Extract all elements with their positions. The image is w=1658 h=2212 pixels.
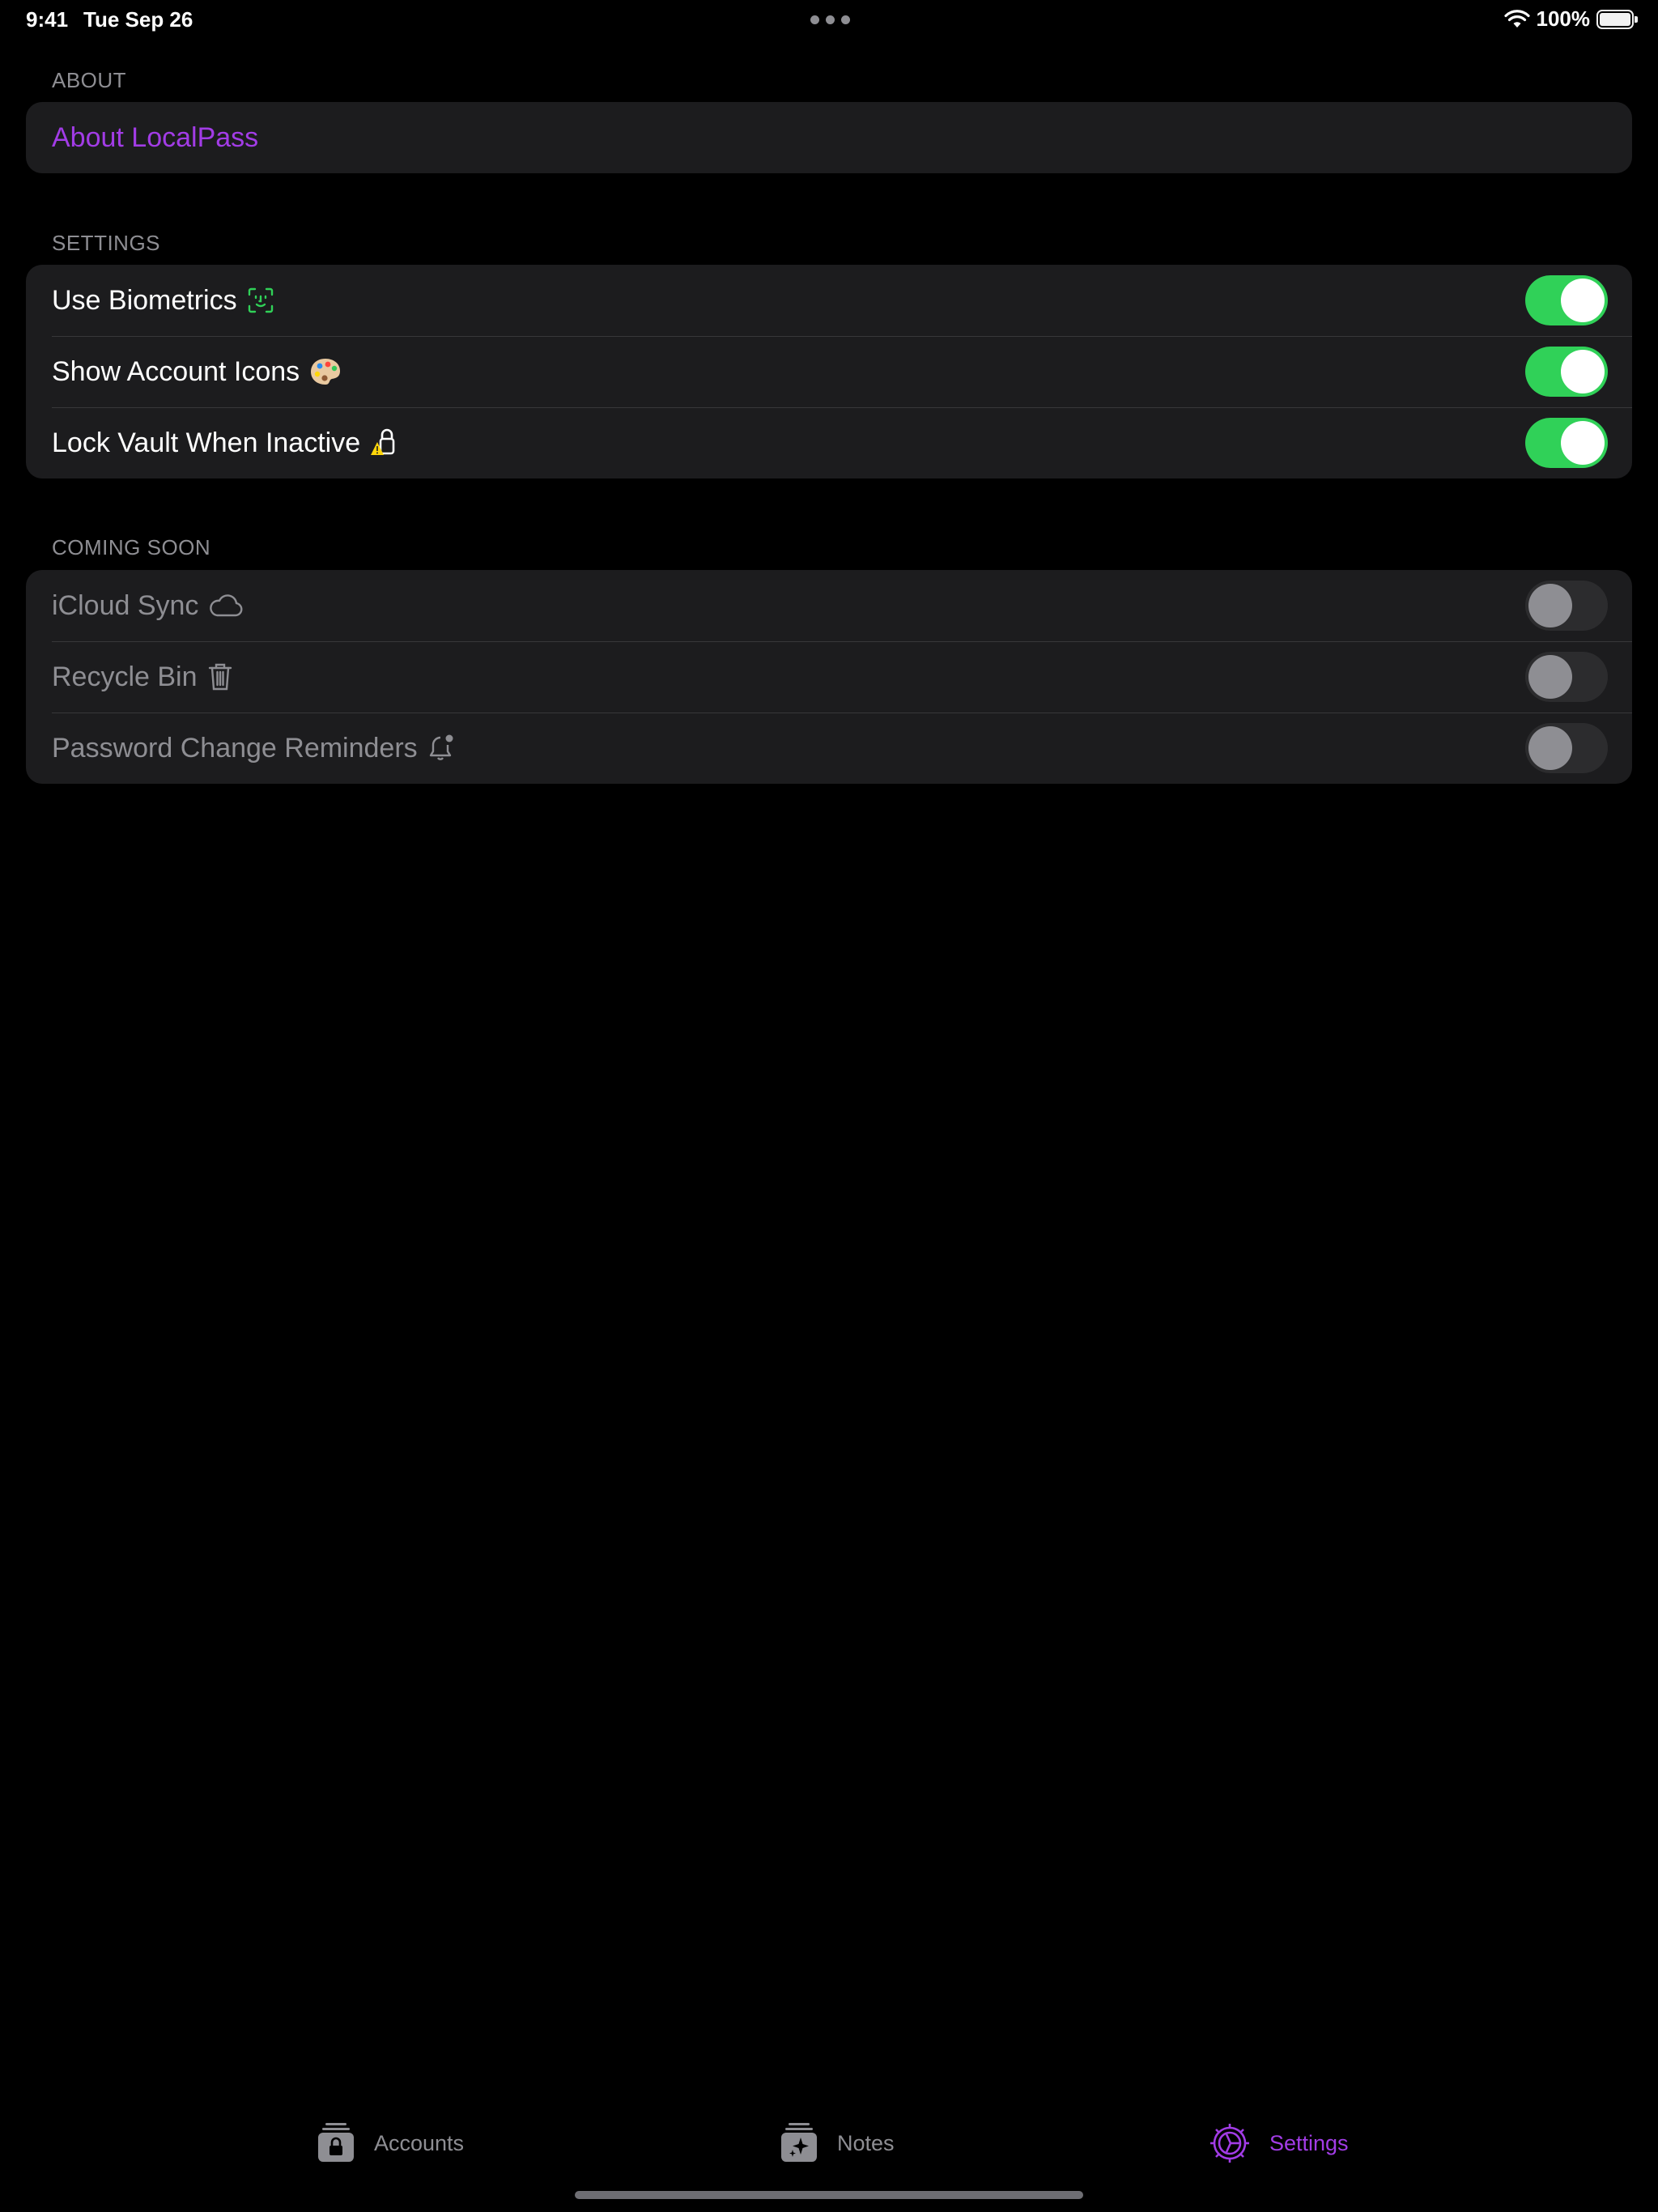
palette-emoji-icon xyxy=(309,357,342,386)
tab-bar: Accounts Notes Settings xyxy=(0,2113,1658,2186)
use-biometrics-toggle[interactable] xyxy=(1525,275,1608,325)
recycle-bin-toggle[interactable] xyxy=(1525,652,1608,702)
section-header-about: ABOUT xyxy=(52,68,127,92)
icloud-sync-toggle[interactable] xyxy=(1525,581,1608,631)
trash-icon xyxy=(207,661,233,692)
battery-icon xyxy=(1596,9,1638,29)
icloud-sync-row: iCloud Sync xyxy=(26,570,1632,641)
cloud-icon xyxy=(208,593,244,619)
multitasking-dots-icon[interactable] xyxy=(810,15,850,24)
settings-group: Use Biometrics Show Account Icons Lock V… xyxy=(26,265,1632,479)
sparkle-stack-icon xyxy=(781,2123,817,2162)
icloud-sync-label: iCloud Sync xyxy=(52,589,199,621)
about-localpass-link[interactable]: About LocalPass xyxy=(52,122,258,154)
tab-settings[interactable]: Settings xyxy=(1208,2121,1349,2165)
home-indicator[interactable] xyxy=(575,2191,1083,2199)
lock-vault-row: Lock Vault When Inactive xyxy=(26,407,1632,479)
show-account-icons-row: Show Account Icons xyxy=(26,336,1632,407)
tab-accounts[interactable]: Accounts xyxy=(316,2121,464,2165)
show-account-icons-toggle[interactable] xyxy=(1525,347,1608,397)
bell-badge-icon xyxy=(427,733,457,764)
tab-settings-label: Settings xyxy=(1269,2130,1349,2155)
section-header-coming-soon: COMING SOON xyxy=(52,535,211,559)
status-time: 9:41 xyxy=(26,7,69,32)
coming-soon-group: iCloud Sync Recycle Bin Password Change … xyxy=(26,570,1632,784)
wifi-icon xyxy=(1503,9,1530,28)
battery-percentage: 100% xyxy=(1536,6,1591,31)
lock-vault-label: Lock Vault When Inactive xyxy=(52,427,361,458)
tab-notes-label: Notes xyxy=(837,2130,895,2155)
password-reminders-label: Password Change Reminders xyxy=(52,732,418,764)
about-group: About LocalPass xyxy=(26,102,1632,173)
lock-warning-icon xyxy=(370,428,399,458)
password-reminders-row: Password Change Reminders xyxy=(26,713,1632,784)
settings-screen: 9:41 Tue Sep 26 100% ABOUT About LocalPa… xyxy=(0,0,1658,2212)
face-id-icon xyxy=(247,287,274,314)
gear-icon xyxy=(1210,2124,1249,2163)
use-biometrics-label: Use Biometrics xyxy=(52,284,237,316)
lock-stack-icon xyxy=(318,2123,354,2162)
status-indicators: 100% xyxy=(1503,6,1638,32)
lock-vault-toggle[interactable] xyxy=(1525,418,1608,468)
status-date: Tue Sep 26 xyxy=(83,7,193,32)
section-header-settings: SETTINGS xyxy=(52,231,161,255)
tab-accounts-label: Accounts xyxy=(374,2130,465,2155)
recycle-bin-label: Recycle Bin xyxy=(52,661,198,692)
use-biometrics-row: Use Biometrics xyxy=(26,265,1632,336)
password-reminders-toggle[interactable] xyxy=(1525,723,1608,773)
show-account-icons-label: Show Account Icons xyxy=(52,355,300,387)
about-localpass-row[interactable]: About LocalPass xyxy=(26,102,1632,173)
status-bar: 9:41 Tue Sep 26 100% xyxy=(0,0,1658,39)
tab-notes[interactable]: Notes xyxy=(779,2121,895,2165)
recycle-bin-row: Recycle Bin xyxy=(26,641,1632,713)
